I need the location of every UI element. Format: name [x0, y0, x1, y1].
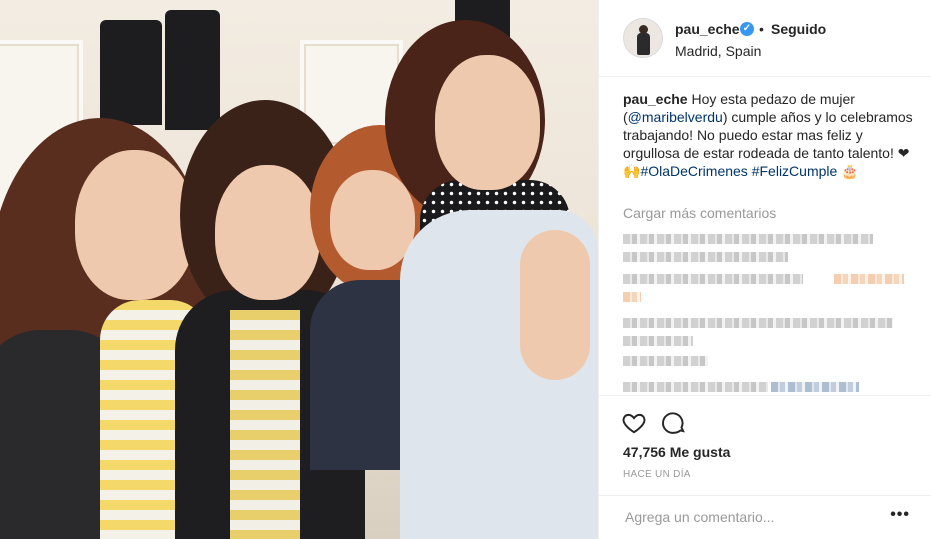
post-caption: pau_eche Hoy esta pedazo de mujer (@mari… — [623, 90, 913, 180]
follow-status-button[interactable]: Seguido — [771, 21, 826, 37]
location-link[interactable]: Madrid, Spain — [675, 43, 761, 59]
blurred-comment — [623, 234, 873, 244]
comment-icon[interactable] — [661, 410, 687, 436]
post-header: pau_eche ✓ • Seguido Madrid, Spain — [599, 0, 931, 77]
username-link[interactable]: pau_eche — [675, 21, 740, 37]
blurred-comment — [771, 382, 859, 392]
caption-emoji: 🎂 — [837, 163, 859, 179]
comment-input[interactable] — [623, 504, 887, 530]
avatar[interactable] — [623, 18, 663, 58]
likes-count[interactable]: 47,756 Me gusta — [623, 444, 730, 460]
post-actions: 47,756 Me gusta HACE UN DÍA — [599, 395, 931, 495]
blurred-comment — [623, 252, 788, 262]
hashtag-link[interactable]: #OlaDeCrimenes — [640, 163, 747, 179]
blurred-comment — [834, 274, 904, 284]
separator-dot: • — [759, 21, 764, 37]
more-options-icon[interactable]: ••• — [890, 507, 910, 523]
post-timestamp[interactable]: HACE UN DÍA — [623, 469, 691, 480]
blurred-comment — [623, 318, 893, 328]
hashtag-link[interactable]: #FelizCumple — [752, 163, 838, 179]
caption-author-link[interactable]: pau_eche — [623, 91, 688, 107]
blurred-comment — [623, 382, 768, 392]
instagram-post: pau_eche ✓ • Seguido Madrid, Spain pau_e… — [0, 0, 931, 539]
mention-link[interactable]: @maribelverdu — [628, 109, 723, 125]
post-sidebar: pau_eche ✓ • Seguido Madrid, Spain pau_e… — [598, 0, 931, 539]
heart-icon[interactable] — [621, 410, 647, 436]
add-comment-bar: ••• — [599, 495, 931, 539]
blurred-comment — [623, 292, 641, 302]
blurred-comment — [623, 274, 803, 284]
load-more-comments-link[interactable]: Cargar más comentarios — [623, 205, 776, 221]
blurred-comment — [623, 336, 693, 346]
blurred-comment — [623, 356, 708, 366]
verified-badge-icon: ✓ — [740, 22, 754, 36]
post-photo[interactable] — [0, 0, 598, 539]
